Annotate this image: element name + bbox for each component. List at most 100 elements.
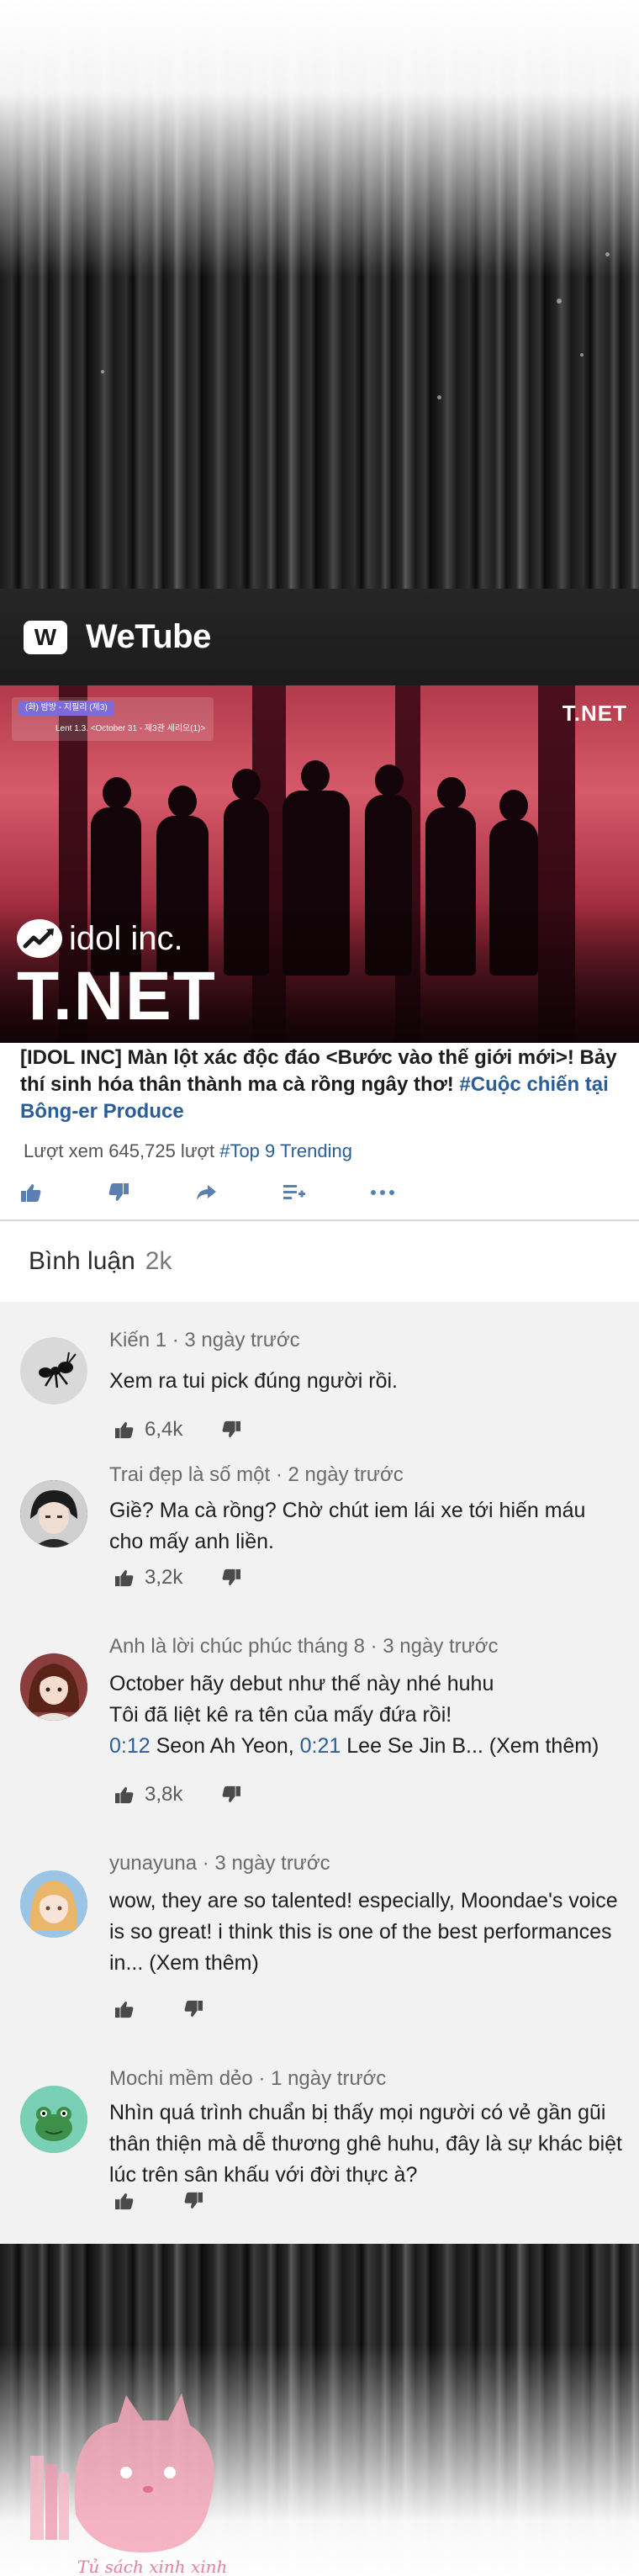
cat-bookshelf-icon <box>30 2394 214 2552</box>
comment-item: Trai đẹp là số một · 2 ngày trước Giề? M… <box>0 1463 639 1606</box>
timestamp-link[interactable]: 0:12 <box>109 1734 151 1758</box>
brand-line: idol inc. <box>69 919 183 957</box>
video-title: [IDOL INC] Màn lột xác độc đáo <Bước vào… <box>20 1045 622 1125</box>
sparkle-dot <box>605 252 610 257</box>
like-button[interactable] <box>20 1182 108 1203</box>
dislike-icon <box>108 1183 129 1201</box>
channel-watermark: T.NET <box>562 701 627 726</box>
comment-author[interactable]: Trai đẹp là số một <box>109 1463 270 1486</box>
comment-time: 2 ngày trước <box>288 1463 404 1486</box>
share-button[interactable] <box>195 1183 283 1202</box>
silhouette-head <box>103 777 131 809</box>
avatar[interactable] <box>20 1653 87 1721</box>
logo-letter: W <box>34 623 57 650</box>
comments-label: Bình luận <box>29 1247 135 1275</box>
comment-text: Xem ra tui pick đúng người rồi. <box>109 1369 399 1393</box>
video-player[interactable]: (화) 밤방 - 지필리 (제3) Lent 1.3. <October 31 … <box>0 685 639 1043</box>
like-icon[interactable] <box>114 1785 135 1804</box>
comment-text: wow, they are so talented! especially, M… <box>109 1889 618 1975</box>
comment-author[interactable]: yunayuna <box>109 1852 197 1875</box>
view-count: Lượt xem 645,725 lượt #Top 9 Trending <box>24 1140 352 1162</box>
trending-tag[interactable]: #Top 9 Trending <box>219 1140 352 1161</box>
silhouette-head <box>437 777 466 809</box>
video-actions-bar <box>20 1176 609 1209</box>
watermark-logo: Tủ sách xinh xinh <box>25 2380 235 2576</box>
like-icon <box>21 1184 41 1202</box>
comments-list: Kiến 1 · 3 ngày trước Xem ra tui pick đú… <box>0 1302 639 2244</box>
frog-avatar-icon <box>20 2086 87 2153</box>
comment-line: October hãy debut như thế này nhé huhu <box>109 1672 494 1695</box>
comment-author[interactable]: Kiến 1 <box>109 1329 166 1351</box>
comment-reactions <box>114 2000 203 2018</box>
more-icon <box>371 1190 394 1195</box>
silhouette-head <box>499 790 528 822</box>
comment-item: Mochi mềm dẻo · 1 ngày trước Nhìn quá tr… <box>0 2067 639 2235</box>
comments-header: Bình luận 2k <box>0 1221 639 1302</box>
girl-avatar-icon <box>20 1653 87 1721</box>
comment-reactions: 6,4k <box>114 1418 241 1441</box>
comment-reactions: 3,2k <box>114 1566 241 1590</box>
comment-time: 3 ngày trước <box>184 1329 300 1351</box>
episode-caption: Lent 1.3. <October 31 - 제3관 세리오(1)> <box>55 724 206 733</box>
top-striped-banner <box>0 0 639 589</box>
add-to-playlist-icon <box>283 1185 305 1199</box>
comments-count: 2k <box>145 1247 172 1275</box>
comment-author[interactable]: Mochi mềm dẻo <box>109 2067 253 2090</box>
like-count: 3,2k <box>145 1566 183 1589</box>
brand-logo: idol inc. <box>17 919 183 958</box>
silhouette-head <box>375 764 404 796</box>
sparkle-dot <box>557 299 562 304</box>
dislike-icon[interactable] <box>183 2000 203 2018</box>
ant-avatar-icon <box>39 1351 77 1389</box>
comment-meta: Mochi mềm dẻo · 1 ngày trước <box>109 2067 387 2090</box>
add-to-playlist-button[interactable] <box>283 1183 370 1202</box>
silhouette-head <box>232 769 261 801</box>
comment-line-timestamps: 0:12 Seon Ah Yeon, 0:21 Lee Se Jin B... … <box>109 1731 622 1762</box>
avatar[interactable] <box>20 1870 87 1938</box>
like-icon[interactable] <box>114 1568 135 1587</box>
comment-meta: Anh là lời chúc phúc tháng 8 · 3 ngày tr… <box>109 1635 499 1658</box>
timestamp-link[interactable]: 0:21 <box>300 1734 341 1758</box>
comment-text: October hãy debut như thế này nhé huhu T… <box>109 1669 622 1762</box>
comment-text: Nhìn quá trình chuẩn bị thấy mọi người c… <box>109 2101 622 2187</box>
comment-time: 3 ngày trước <box>383 1635 499 1658</box>
dislike-button[interactable] <box>108 1182 195 1203</box>
view-count-text: Lượt xem 645,725 lượt <box>24 1140 220 1161</box>
share-icon <box>197 1185 216 1200</box>
avatar[interactable] <box>20 1480 87 1547</box>
comment-meta: yunayuna · 3 ngày trước <box>109 1852 330 1875</box>
comment-item: Anh là lời chúc phúc tháng 8 · 3 ngày tr… <box>0 1635 639 1828</box>
silhouette-head <box>168 785 197 817</box>
comment-reactions: 3,8k <box>114 1783 241 1806</box>
dislike-icon[interactable] <box>183 2192 203 2210</box>
timestamp-name: Seon Ah Yeon, <box>150 1734 300 1758</box>
dislike-icon[interactable] <box>221 1568 241 1587</box>
timestamp-name[interactable]: Lee Se Jin B... (Xem thêm) <box>341 1734 599 1758</box>
avatar[interactable] <box>20 1337 87 1404</box>
sparkle-dot <box>437 395 441 399</box>
comment-reactions <box>114 2192 203 2210</box>
comment-meta: Trai đẹp là số một · 2 ngày trước <box>109 1463 404 1486</box>
avatar[interactable] <box>20 2086 87 2153</box>
like-count: 6,4k <box>145 1418 183 1441</box>
trending-chart-icon <box>17 919 62 958</box>
sparkle-dot <box>101 370 104 373</box>
dislike-icon[interactable] <box>221 1785 241 1804</box>
comment-text: Giề? Ma cà rồng? Chờ chút iem lái xe tới… <box>109 1499 586 1553</box>
brand-big-text: T.NET <box>17 958 217 1034</box>
app-title: WeTube <box>86 618 211 655</box>
comment-author[interactable]: Anh là lời chúc phúc tháng 8 <box>109 1635 365 1658</box>
comment-time: 1 ngày trước <box>271 2067 387 2090</box>
silhouette-head <box>301 760 330 792</box>
sparkle-dot <box>580 353 584 357</box>
dislike-icon[interactable] <box>221 1420 241 1439</box>
comment-item: Kiến 1 · 3 ngày trước Xem ra tui pick đú… <box>0 1325 639 1452</box>
wetube-logo-icon[interactable]: W <box>24 620 67 654</box>
like-icon[interactable] <box>114 2192 135 2210</box>
boy-avatar-icon <box>20 1480 87 1547</box>
blonde-avatar-icon <box>20 1870 87 1938</box>
more-options-button[interactable] <box>370 1189 457 1196</box>
like-icon[interactable] <box>114 2000 135 2018</box>
like-icon[interactable] <box>114 1420 135 1439</box>
episode-info-box: (화) 밤방 - 지필리 (제3) Lent 1.3. <October 31 … <box>12 697 214 741</box>
